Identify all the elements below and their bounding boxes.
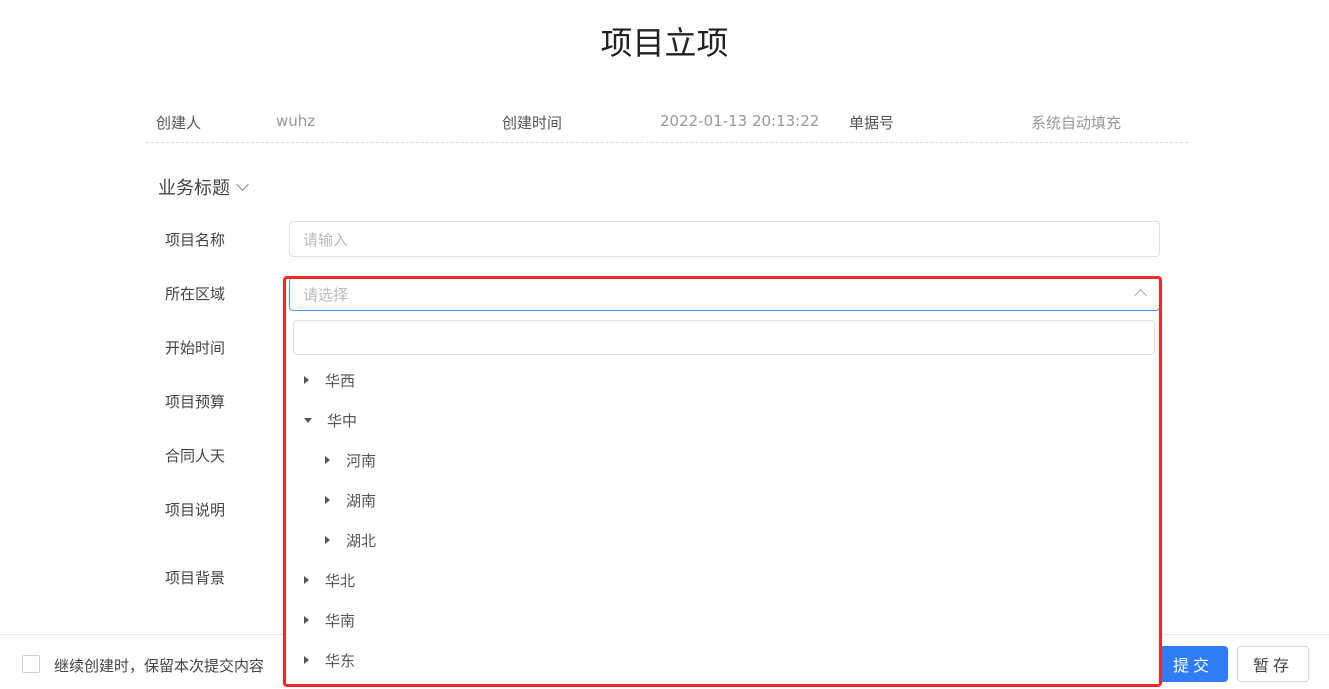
region-placeholder: 请选择 [303, 285, 349, 304]
caret-right-icon[interactable] [325, 456, 330, 464]
caret-right-icon[interactable] [325, 536, 330, 544]
tree-node[interactable]: 华北 [304, 560, 355, 600]
project-name-placeholder: 请输入 [303, 230, 349, 249]
creator-value: wuhz [276, 112, 316, 130]
tree-node[interactable]: 华中 [304, 400, 357, 440]
submit-button[interactable]: 提交 [1158, 646, 1228, 682]
tree-node-label: 华南 [325, 611, 356, 630]
tree-node[interactable]: 华东 [304, 640, 355, 680]
start-time-label: 开始时间 [165, 339, 226, 357]
contract-days-label: 合同人天 [165, 447, 226, 465]
tree-node[interactable]: 华南 [304, 600, 355, 640]
tree-node-label: 华西 [325, 371, 356, 390]
chevron-up-icon[interactable] [1134, 289, 1147, 302]
section-title: 业务标题 [158, 178, 230, 199]
keep-content-label: 继续创建时，保留本次提交内容 [54, 657, 265, 675]
region-select[interactable]: 请选择 [289, 277, 1160, 311]
page-title: 项目立项 [600, 24, 729, 62]
doc-number-value: 系统自动填充 [1031, 114, 1122, 132]
region-tree-dropdown: 华西 华中 河南 湖南 湖北 华北 华南 华东 [284, 314, 1160, 684]
caret-down-icon[interactable] [304, 417, 312, 423]
tree-node[interactable]: 湖北 [325, 520, 376, 560]
section-header[interactable]: 业务标题 [158, 174, 249, 200]
doc-number-label: 单据号 [849, 114, 895, 132]
meta-info-row: 创建人 wuhz 创建时间 2022-01-13 20:13:22 单据号 系统… [146, 104, 1188, 143]
description-label: 项目说明 [165, 501, 226, 519]
caret-right-icon[interactable] [304, 616, 309, 624]
budget-label: 项目预算 [165, 393, 226, 411]
tree-search-input[interactable] [293, 320, 1155, 355]
background-label: 项目背景 [165, 569, 226, 587]
chevron-down-icon [236, 177, 249, 191]
region-label: 所在区域 [165, 285, 226, 303]
caret-right-icon[interactable] [304, 656, 309, 664]
caret-right-icon[interactable] [304, 376, 309, 384]
tree-node-label: 河南 [346, 451, 377, 470]
project-name-label: 项目名称 [165, 231, 226, 249]
caret-right-icon[interactable] [325, 496, 330, 504]
created-time-label: 创建时间 [502, 114, 563, 132]
project-name-input[interactable]: 请输入 [289, 221, 1160, 257]
created-time-value: 2022-01-13 20:13:22 [660, 112, 820, 130]
tree-node-label: 华东 [325, 651, 356, 670]
tree-node-label: 华中 [327, 411, 358, 430]
tree-node-label: 湖南 [346, 491, 377, 510]
caret-right-icon[interactable] [304, 576, 309, 584]
tree-node[interactable]: 湖南 [325, 480, 376, 520]
tree-node[interactable]: 华西 [304, 360, 355, 400]
tree-node-label: 华北 [325, 571, 356, 590]
creator-label: 创建人 [156, 114, 202, 132]
keep-content-checkbox[interactable] [22, 655, 40, 673]
tree-node[interactable]: 河南 [325, 440, 376, 480]
tree-node-label: 湖北 [346, 531, 377, 550]
save-draft-button[interactable]: 暂存 [1237, 646, 1309, 682]
